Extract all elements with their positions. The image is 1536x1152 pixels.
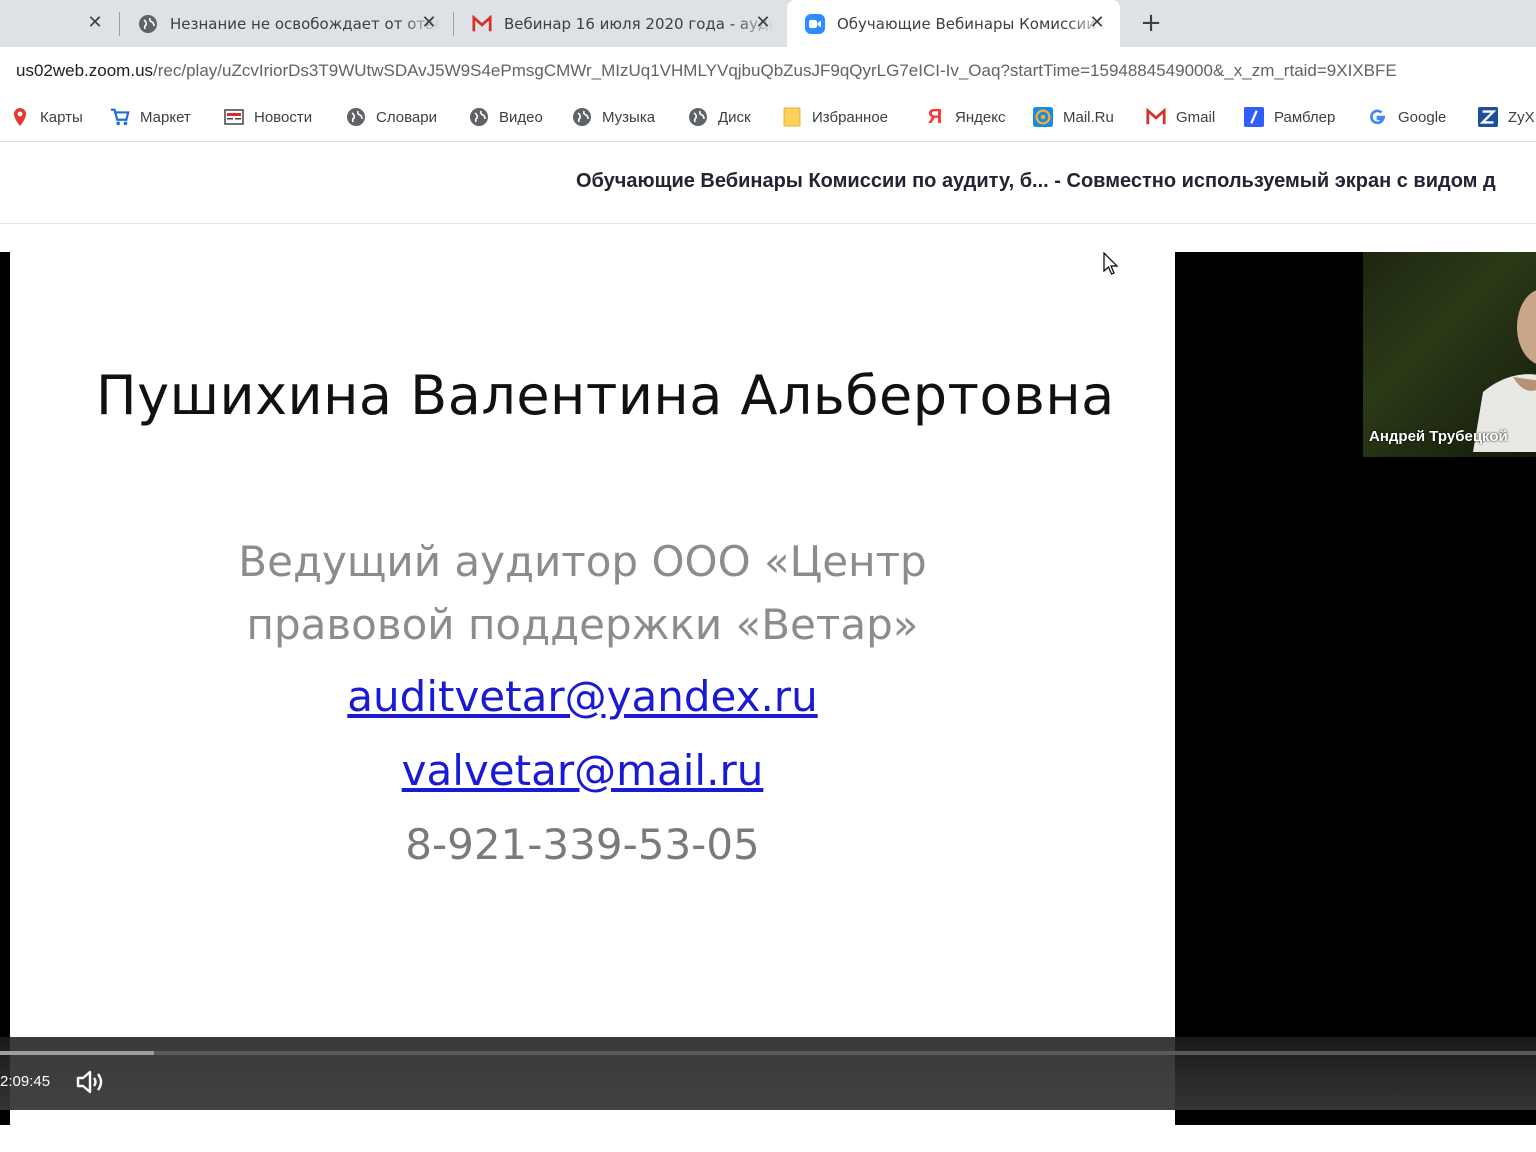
tab-title: Вебинар 16 июля 2020 года - аудит — [504, 14, 774, 33]
bookmark-video[interactable]: Видео — [469, 105, 543, 129]
bookmark-label: Mail.Ru — [1063, 108, 1114, 126]
bookmark-label: Маркет — [140, 108, 191, 126]
bookmark-favorites-folder[interactable]: Избранное — [782, 105, 888, 129]
bookmark-music[interactable]: Музыка — [572, 105, 655, 129]
zyxel-icon — [1478, 107, 1498, 127]
bookmark-news[interactable]: Новости — [224, 105, 312, 129]
new-tab-button[interactable]: + — [1138, 10, 1164, 36]
seek-bar[interactable] — [0, 1051, 1536, 1055]
gmail-icon — [472, 14, 492, 34]
globe-icon — [138, 14, 158, 34]
bookmark-label: Словари — [376, 108, 437, 126]
bookmark-google[interactable]: Google — [1368, 105, 1446, 129]
globe-icon — [469, 107, 489, 127]
tab-title: Обучающие Вебинары Комиссии по аудиту — [837, 14, 1107, 33]
tab-strip: ✕ Незнание не освобождает от ответственн… — [0, 0, 1536, 47]
presenter-role-line-1: Ведущий аудитор ООО «Центр — [238, 537, 927, 586]
participant-name: Андрей Трубецкой — [1369, 428, 1508, 445]
url-host: us02web.zoom.us — [16, 61, 154, 80]
gmail-icon — [1146, 107, 1166, 127]
presenter-name: Пушихина Валентина Альбертовна — [96, 364, 1115, 427]
bookmark-mailru[interactable]: Mail.Ru — [1033, 105, 1114, 129]
email-link-mail: valvetar@mail.ru — [401, 746, 764, 795]
video-player[interactable]: Пушихина Валентина Альбертовна Ведущий а… — [0, 252, 1536, 1125]
news-icon — [224, 107, 244, 127]
player-controls: 2:09:45 — [0, 1037, 1536, 1110]
bookmark-label: Рамблер — [1274, 108, 1336, 126]
bookmark-disk[interactable]: Диск — [688, 105, 751, 129]
close-tab-icon[interactable]: ✕ — [752, 12, 774, 34]
globe-icon — [688, 107, 708, 127]
seek-bar-progress — [0, 1051, 154, 1055]
presenter-role-line-2: правовой поддержки «Ветар» — [246, 600, 919, 649]
bookmark-label: Избранное — [812, 108, 889, 126]
address-bar[interactable]: us02web.zoom.us/rec/play/uZcvIriorDs3T9W… — [0, 47, 1536, 95]
rambler-icon — [1244, 107, 1264, 127]
bookmark-label: ZyX — [1508, 108, 1535, 126]
bookmark-gmail[interactable]: Gmail — [1146, 105, 1215, 129]
bookmark-label: Музыка — [602, 108, 656, 126]
yandex-icon: Я — [927, 105, 943, 128]
tab-title: Незнание не освобождает от ответственнос… — [170, 14, 440, 33]
zoom-icon — [805, 13, 825, 34]
bookmarks-bar: Карты Маркет Новости Словари Видео Музык… — [0, 95, 1536, 142]
google-icon — [1368, 107, 1388, 127]
url-path: /rec/play/uZcvIriorDs3T9WUtwSDAvJ5W9S4eP… — [153, 61, 1397, 80]
bookmark-rambler[interactable]: Рамблер — [1244, 105, 1335, 129]
bookmark-market[interactable]: Маркет — [110, 105, 191, 129]
bookmark-label: Видео — [499, 108, 543, 126]
volume-icon[interactable] — [76, 1069, 106, 1095]
tab-0[interactable]: ✕ — [0, 0, 118, 47]
close-tab-icon[interactable]: ✕ — [1086, 12, 1108, 34]
bookmark-label: Яндекс — [955, 108, 1006, 126]
bookmark-label: Новости — [254, 108, 313, 126]
participant-video-thumbnail: Андрей Трубецкой — [1363, 252, 1536, 457]
tab-1[interactable]: Незнание не освобождает от ответственнос… — [120, 0, 452, 47]
mailru-icon — [1033, 107, 1053, 127]
close-tab-icon[interactable]: ✕ — [418, 12, 440, 34]
shared-screen-slide: Пушихина Валентина Альбертовна Ведущий а… — [10, 252, 1175, 1125]
playback-time: 2:09:45 — [0, 1073, 51, 1090]
tab-2[interactable]: Вебинар 16 июля 2020 года - аудит ✕ — [454, 0, 786, 47]
recording-header: Обучающие Вебинары Комиссии по аудиту, б… — [0, 142, 1536, 224]
recording-title: Обучающие Вебинары Комиссии по аудиту, б… — [576, 170, 1496, 192]
bookmark-zyxel[interactable]: ZyX — [1478, 105, 1535, 129]
mouse-cursor-icon — [1103, 252, 1119, 275]
bookmark-label: Gmail — [1176, 108, 1216, 126]
bookmark-dictionaries[interactable]: Словари — [346, 105, 437, 129]
bookmark-yandex[interactable]: Я Яндекс — [925, 105, 1006, 129]
bookmark-maps[interactable]: Карты — [10, 105, 83, 129]
bookmark-label: Google — [1398, 108, 1447, 126]
bookmark-label: Карты — [40, 108, 83, 126]
url-text[interactable]: us02web.zoom.us/rec/play/uZcvIriorDs3T9W… — [16, 61, 1397, 81]
folder-icon — [782, 107, 802, 127]
phone-number: 8-921-339-53-05 — [405, 820, 760, 869]
maps-pin-icon — [10, 107, 30, 127]
participant-person-image — [1473, 290, 1536, 452]
cart-icon — [110, 107, 130, 127]
email-link-yandex: auditvetar@yandex.ru — [347, 672, 818, 721]
bookmark-label: Диск — [718, 108, 751, 126]
globe-icon — [572, 107, 592, 127]
close-tab-icon[interactable]: ✕ — [84, 12, 106, 34]
globe-icon — [346, 107, 366, 127]
tab-3-active[interactable]: Обучающие Вебинары Комиссии по аудиту ✕ — [787, 0, 1120, 47]
